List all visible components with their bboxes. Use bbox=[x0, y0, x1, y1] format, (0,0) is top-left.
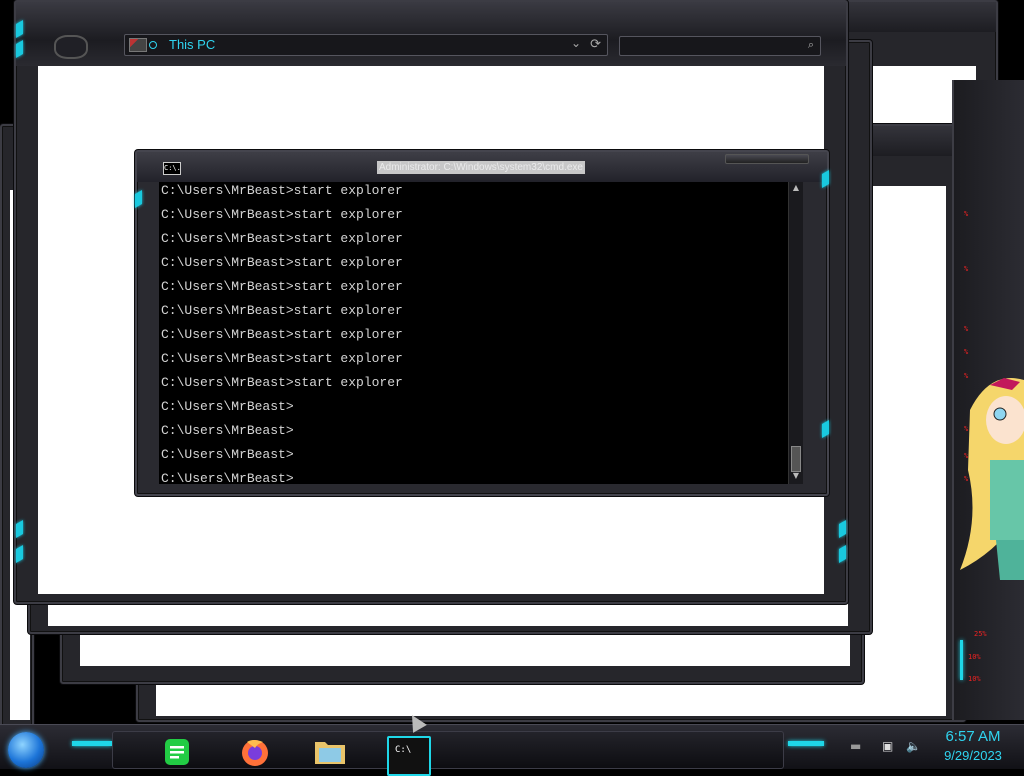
refresh-icon[interactable]: ⟳ bbox=[590, 36, 601, 52]
frame-accent bbox=[822, 169, 829, 189]
taskbar-accent bbox=[72, 741, 112, 746]
taskbar-notes-button[interactable] bbox=[161, 736, 201, 772]
clock-time[interactable]: 6:57 AM bbox=[940, 728, 1006, 745]
console-line: C:\Users\MrBeast>start explorer bbox=[161, 327, 403, 342]
clock-date[interactable]: 9/29/2023 bbox=[936, 748, 1010, 763]
console-line: C:\Users\MrBeast>start explorer bbox=[161, 207, 403, 222]
console-line: C:\Users\MrBeast> bbox=[161, 423, 294, 438]
search-input[interactable]: ⌕ bbox=[619, 36, 821, 56]
command-prompt-window[interactable]: C:\. Administrator: C:\Windows\system32\… bbox=[135, 150, 829, 496]
console-line: C:\Users\MrBeast>start explorer bbox=[161, 375, 403, 390]
address-text[interactable]: This PC bbox=[169, 37, 215, 52]
folder-icon bbox=[315, 742, 345, 764]
console-scrollbar[interactable]: ▲ ▼ bbox=[788, 182, 803, 484]
gadget-readout: 10% bbox=[968, 675, 981, 683]
console-line: C:\Users\MrBeast>start explorer bbox=[161, 255, 403, 270]
desktop-mascot-image bbox=[960, 378, 1024, 580]
window-controls[interactable] bbox=[725, 154, 809, 164]
firefox-icon bbox=[242, 740, 268, 766]
window-logo-icon bbox=[54, 35, 88, 59]
cmd-titlebar[interactable]: C:\. Administrator: C:\Windows\system32\… bbox=[137, 152, 827, 182]
volume-icon[interactable]: 🔈 bbox=[906, 739, 921, 753]
computer-icon bbox=[129, 38, 147, 52]
taskbar-cmd-button[interactable]: C:\ bbox=[387, 736, 431, 776]
chevron-down-icon[interactable]: ⌄ bbox=[571, 36, 581, 50]
gadget-accent-bar bbox=[960, 640, 963, 680]
breadcrumb-dot-icon bbox=[149, 41, 157, 49]
console-line: C:\Users\MrBeast> bbox=[161, 399, 294, 414]
taskbar-firefox-button[interactable] bbox=[239, 736, 279, 772]
search-icon: ⌕ bbox=[807, 38, 814, 51]
address-bar[interactable]: This PC ⌄ ⟳ bbox=[124, 34, 608, 56]
cmd-title: Administrator: C:\Windows\system32\cmd.e… bbox=[377, 161, 585, 174]
network-icon[interactable]: ▣ bbox=[882, 739, 893, 753]
windows-orb-icon[interactable] bbox=[8, 732, 44, 768]
show-hidden-icons-icon[interactable]: ▬ bbox=[850, 739, 861, 753]
gadget-readout: % bbox=[964, 325, 969, 333]
frame-accent bbox=[839, 519, 846, 539]
console-line: C:\Users\MrBeast>start explorer bbox=[161, 231, 403, 246]
taskbar-file-explorer-button[interactable] bbox=[313, 736, 353, 772]
taskbar: C:\ ▬ ▣ 🔈 bbox=[0, 724, 1024, 776]
console-line: C:\Users\MrBeast>start explorer bbox=[161, 183, 403, 198]
frame-accent bbox=[839, 544, 846, 564]
taskbar-accent bbox=[788, 741, 824, 746]
console-line: C:\Users\MrBeast>start explorer bbox=[161, 279, 403, 294]
gadget-readout: 25% bbox=[974, 630, 987, 638]
window-titlebar[interactable]: This PC ⌄ ⟳ ⌕ bbox=[16, 2, 846, 66]
window-titlebar[interactable] bbox=[836, 2, 996, 32]
frame-accent bbox=[16, 544, 23, 564]
console-icon: C:\. bbox=[163, 162, 181, 175]
gadget-readout: % bbox=[964, 265, 969, 273]
scroll-up-icon[interactable]: ▲ bbox=[790, 182, 802, 194]
console-line: C:\Users\MrBeast>start explorer bbox=[161, 303, 403, 318]
console-icon: C:\ bbox=[395, 745, 412, 755]
frame-accent bbox=[16, 519, 23, 539]
green-notes-icon bbox=[165, 739, 189, 765]
scrollbar-thumb[interactable] bbox=[791, 446, 801, 472]
console-line: C:\Users\MrBeast> bbox=[161, 447, 294, 462]
console-prompt-line[interactable]: C:\Users\MrBeast> bbox=[161, 470, 294, 484]
gadget-readout: % bbox=[964, 348, 969, 356]
scroll-down-icon[interactable]: ▼ bbox=[790, 470, 802, 482]
frame-accent bbox=[822, 419, 829, 439]
taskbar-dock: C:\ bbox=[112, 731, 784, 776]
frame-accent bbox=[135, 189, 142, 209]
gadget-readout: % bbox=[964, 210, 969, 218]
gadget-readout: 10% bbox=[968, 653, 981, 661]
console-output[interactable]: C:\Users\MrBeast>start explorer C:\Users… bbox=[159, 182, 803, 484]
console-line: C:\Users\MrBeast>start explorer bbox=[161, 351, 403, 366]
